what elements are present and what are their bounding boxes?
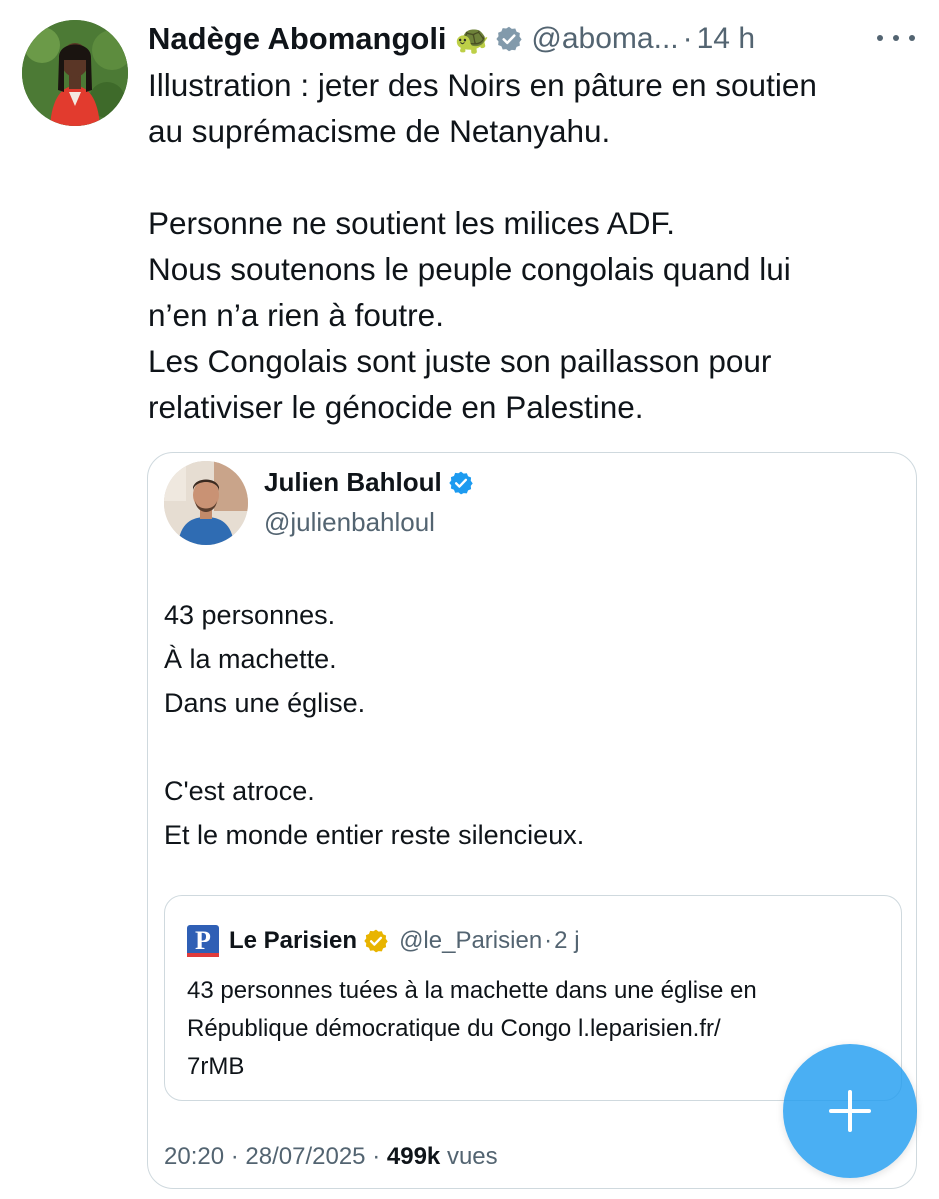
nested-tweet-line: République démocratique du Congo l.lepar… <box>187 1015 721 1042</box>
nested-tweet-header: P Le Parisien @le_Parisien · 2 j <box>187 924 580 958</box>
tweet-line: Nous soutenons le peuple congolais quand… <box>148 251 791 287</box>
nested-separator: · <box>544 927 553 954</box>
plus-icon <box>829 1090 871 1132</box>
tweet-header: Nadège Abomangoli 🐢 @aboma... · 14 h <box>148 14 919 64</box>
header-separator: · <box>682 22 693 55</box>
views-count: 499k <box>386 1143 441 1170</box>
verified-blue-badge-icon <box>448 470 474 496</box>
nested-tweet-line: 43 personnes tuées à la machette dans un… <box>187 977 757 1004</box>
meta-separator: · <box>372 1143 381 1170</box>
author-avatar-photo <box>22 20 128 126</box>
quoted-tweet-meta: 20:20 · 28/07/2025 · 499k vues <box>164 1143 498 1171</box>
author-name[interactable]: Nadège Abomangoli <box>148 21 447 57</box>
author-avatar[interactable] <box>22 20 128 126</box>
quoted-tweet-text: 43 personnes. À la machette. Dans une ég… <box>164 593 904 857</box>
quoted-author-name-row: Julien Bahloul <box>264 467 474 498</box>
quoted-tweet-date[interactable]: 28/07/2025 <box>245 1143 365 1170</box>
tweet-line: Personne ne soutient les milices ADF. <box>148 205 676 241</box>
nested-quoted-tweet-card[interactable]: P Le Parisien @le_Parisien · 2 j 43 pers… <box>164 895 902 1101</box>
meta-separator: · <box>230 1143 239 1170</box>
quoted-tweet-line: À la machette. <box>164 644 337 674</box>
quoted-tweet-time[interactable]: 20:20 <box>164 1143 224 1170</box>
quoted-tweet-blank-line <box>164 725 904 769</box>
nested-author-name[interactable]: Le Parisien <box>229 927 357 955</box>
quoted-author-avatar-photo <box>164 461 248 545</box>
nested-tweet-text: 43 personnes tuées à la machette dans un… <box>187 972 887 1086</box>
turtle-emoji: 🐢 <box>454 23 490 55</box>
tweet-time[interactable]: 14 h <box>697 22 755 56</box>
compose-button[interactable] <box>783 1044 917 1178</box>
tweet-line: Illustration : jeter des Noirs en pâture… <box>148 67 817 103</box>
quoted-author-name[interactable]: Julien Bahloul <box>264 467 442 498</box>
quoted-tweet-line: C'est atroce. <box>164 776 315 806</box>
tweet-line: au suprémacisme de Netanyahu. <box>148 113 611 149</box>
quoted-author-avatar[interactable] <box>164 461 248 545</box>
tweet-line: Les Congolais sont juste son paillasson … <box>148 343 772 379</box>
tweet-line: relativiser le génocide en Palestine. <box>148 389 644 425</box>
le-parisien-logo[interactable]: P <box>187 925 219 957</box>
verified-grey-badge-icon <box>495 25 523 53</box>
nested-tweet-line: 7rMB <box>187 1053 245 1080</box>
nested-tweet-time[interactable]: 2 j <box>554 927 579 955</box>
author-handle[interactable]: @aboma... <box>531 22 678 56</box>
tweet-line: n’en n’a rien à foutre. <box>148 297 444 333</box>
quoted-author-handle[interactable]: @julienbahloul <box>264 507 435 538</box>
nested-author-handle[interactable]: @le_Parisien <box>399 927 542 955</box>
quoted-tweet-line: Dans une église. <box>164 688 366 718</box>
verified-gold-badge-icon <box>363 928 389 954</box>
views-label: vues <box>446 1143 498 1170</box>
tweet-text: Illustration : jeter des Noirs en pâture… <box>148 62 928 430</box>
quoted-tweet-line: 43 personnes. <box>164 600 336 630</box>
quoted-tweet-line: Et le monde entier reste silencieux. <box>164 820 585 850</box>
more-horizontal-icon[interactable] <box>873 24 919 52</box>
